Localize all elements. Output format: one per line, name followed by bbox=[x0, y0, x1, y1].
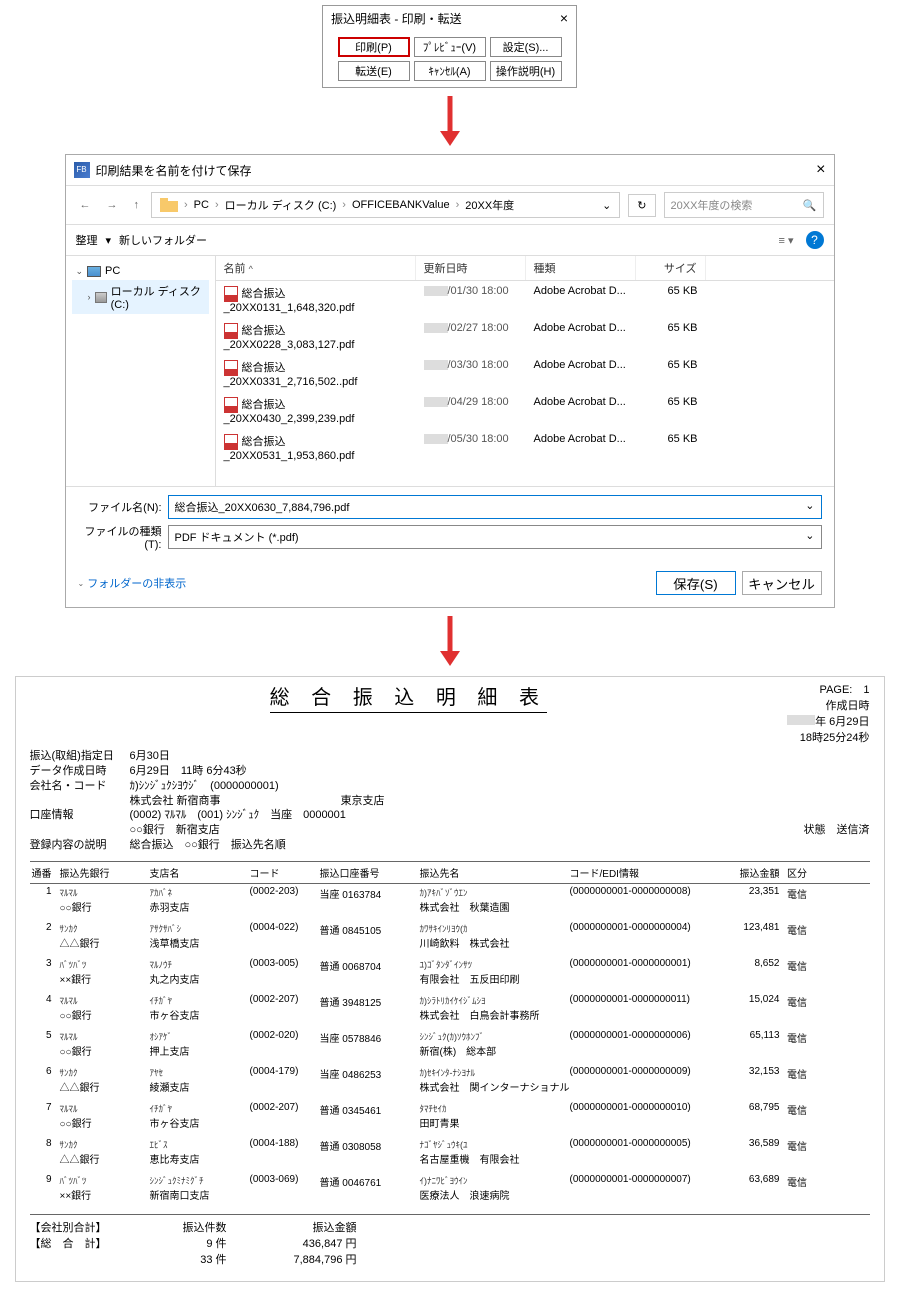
forward-button[interactable]: 転送(E) bbox=[338, 61, 410, 81]
app-icon: FB bbox=[74, 162, 90, 178]
preview-button[interactable]: ﾌﾟﾚﾋﾞｭｰ(V) bbox=[414, 37, 486, 57]
report-document: 総 合 振 込 明 細 表 PAGE: 1 作成日時 年 6月29日 18時25… bbox=[15, 676, 885, 1282]
nav-up-icon[interactable]: ↑ bbox=[130, 197, 144, 213]
report-footer: 【会社別合計】 【総 合 計】 振込件数 9 件 33 件 振込金額 436,8… bbox=[30, 1214, 870, 1267]
print-dialog: 振込明細表 - 印刷・転送 × 印刷(P) ﾌﾟﾚﾋﾞｭｰ(V) 設定(S)..… bbox=[322, 5, 577, 88]
folder-icon bbox=[160, 198, 178, 212]
folder-tree: ⌄PC ›ローカル ディスク (C:) bbox=[66, 256, 216, 486]
search-icon: 🔍 bbox=[803, 199, 817, 212]
tree-item-drive[interactable]: ›ローカル ディスク (C:) bbox=[72, 280, 209, 314]
breadcrumb-item[interactable]: 20XX年度 bbox=[465, 197, 514, 213]
pdf-icon bbox=[224, 286, 238, 302]
pdf-icon bbox=[224, 397, 238, 413]
file-list: 名前 ^ 更新日時 種類 サイズ 総合振込_20XX0131_1,648,320… bbox=[216, 256, 834, 486]
col-name[interactable]: 名前 ^ bbox=[216, 256, 416, 280]
refresh-icon[interactable]: ↻ bbox=[628, 194, 655, 217]
pdf-icon bbox=[224, 434, 238, 450]
save-button[interactable]: 保存(S) bbox=[656, 571, 736, 595]
file-row[interactable]: 総合振込_20XX0131_1,648,320.pdf /01/30 18:00… bbox=[216, 281, 834, 318]
organize-menu[interactable]: 整理 bbox=[76, 232, 98, 248]
file-row[interactable]: 総合振込_20XX0531_1,953,860.pdf /05/30 18:00… bbox=[216, 429, 834, 466]
report-row: 6 ｻﾝｶｸ△△銀行 ｱﾔｾ綾瀬支店 (0004-179) 当座 0486253… bbox=[30, 1064, 870, 1100]
nav-forward-icon[interactable]: → bbox=[103, 197, 122, 213]
file-row[interactable]: 総合振込_20XX0430_2,399,239.pdf /04/29 18:00… bbox=[216, 392, 834, 429]
report-row: 1 ﾏﾙﾏﾙ○○銀行 ｱｶﾊﾞﾈ赤羽支店 (0002-203) 当座 01637… bbox=[30, 884, 870, 920]
cancel-button[interactable]: キャンセル bbox=[742, 571, 822, 595]
file-row[interactable]: 総合振込_20XX0228_3,083,127.pdf /02/27 18:00… bbox=[216, 318, 834, 355]
report-row: 7 ﾏﾙﾏﾙ○○銀行 ｲﾁｶﾞﾔ市ヶ谷支店 (0002-207) 普通 0345… bbox=[30, 1100, 870, 1136]
chevron-down-icon[interactable]: ⌄ bbox=[805, 529, 814, 545]
help-icon[interactable]: ? bbox=[806, 231, 824, 249]
chevron-down-icon[interactable]: ⌄ bbox=[805, 499, 814, 515]
breadcrumb-item[interactable]: ローカル ディスク (C:) bbox=[225, 197, 337, 213]
new-folder-button[interactable]: 新しいフォルダー bbox=[119, 232, 207, 248]
help-button[interactable]: 操作説明(H) bbox=[490, 61, 562, 81]
report-row: 5 ﾏﾙﾏﾙ○○銀行 ｵｼｱｹﾞ押上支店 (0002-020) 当座 05788… bbox=[30, 1028, 870, 1064]
drive-icon bbox=[95, 292, 107, 303]
print-button[interactable]: 印刷(P) bbox=[338, 37, 410, 57]
search-input[interactable]: 20XX年度の検索 🔍 bbox=[664, 192, 824, 218]
filetype-select[interactable]: PDF ドキュメント (*.pdf)⌄ bbox=[168, 525, 822, 549]
col-date[interactable]: 更新日時 bbox=[416, 256, 526, 280]
close-icon[interactable]: × bbox=[560, 10, 568, 27]
report-row: 4 ﾏﾙﾏﾙ○○銀行 ｲﾁｶﾞﾔ市ヶ谷支店 (0002-207) 普通 3948… bbox=[30, 992, 870, 1028]
arrow-down-icon bbox=[438, 96, 462, 146]
cancel-button[interactable]: ｷｬﾝｾﾙ(A) bbox=[414, 61, 486, 81]
settings-button[interactable]: 設定(S)... bbox=[490, 37, 562, 57]
nav-back-icon[interactable]: ← bbox=[76, 197, 95, 213]
arrow-down-icon bbox=[438, 616, 462, 666]
dialog-title: 振込明細表 - 印刷・転送 bbox=[331, 10, 462, 27]
pc-icon bbox=[87, 266, 101, 277]
filename-input[interactable]: 総合振込_20XX0630_7,884,796.pdf⌄ bbox=[168, 495, 822, 519]
view-menu[interactable]: ≡ ▾ bbox=[779, 234, 794, 247]
breadcrumb-item[interactable]: OFFICEBANKValue bbox=[352, 199, 450, 211]
close-icon[interactable]: × bbox=[816, 161, 825, 179]
sort-asc-icon: ^ bbox=[249, 264, 253, 274]
breadcrumb[interactable]: › PC› ローカル ディスク (C:)› OFFICEBANKValue› 2… bbox=[151, 192, 620, 218]
report-title: 総 合 振 込 明 細 表 bbox=[270, 681, 547, 713]
search-placeholder: 20XX年度の検索 bbox=[671, 197, 753, 213]
chevron-down-icon: ⌄ bbox=[78, 579, 85, 588]
file-row[interactable]: 総合振込_20XX0331_2,716,502..pdf /03/30 18:0… bbox=[216, 355, 834, 392]
chevron-down-icon[interactable]: ⌄ bbox=[602, 199, 611, 212]
filename-label: ファイル名(N): bbox=[78, 499, 168, 515]
breadcrumb-item[interactable]: PC bbox=[194, 199, 209, 211]
report-row: 2 ｻﾝｶｸ△△銀行 ｱｻｸｻﾊﾞｼ浅草橋支店 (0004-022) 普通 08… bbox=[30, 920, 870, 956]
pdf-icon bbox=[224, 360, 238, 376]
col-size[interactable]: サイズ bbox=[636, 256, 706, 280]
pdf-icon bbox=[224, 323, 238, 339]
filetype-label: ファイルの種類(T): bbox=[78, 523, 168, 551]
save-dialog-title: 印刷結果を名前を付けて保存 bbox=[96, 162, 252, 179]
report-row: 9 ﾊﾞﾂﾊﾞﾂ××銀行 ｼﾝｼﾞｭｸﾐﾅﾐｸﾞﾁ新宿南口支店 (0003-06… bbox=[30, 1172, 870, 1208]
col-type[interactable]: 種類 bbox=[526, 256, 636, 280]
report-row: 3 ﾊﾞﾂﾊﾞﾂ××銀行 ﾏﾙﾉｳﾁ丸之内支店 (0003-005) 普通 00… bbox=[30, 956, 870, 992]
report-row: 8 ｻﾝｶｸ△△銀行 ｴﾋﾞｽ恵比寿支店 (0004-188) 普通 03080… bbox=[30, 1136, 870, 1172]
save-file-dialog: FB 印刷結果を名前を付けて保存 × ← → ↑ › PC› ローカル ディスク… bbox=[65, 154, 835, 608]
tree-item-pc[interactable]: ⌄PC bbox=[72, 262, 209, 280]
hide-folders-link[interactable]: フォルダーの非表示 bbox=[87, 575, 186, 591]
